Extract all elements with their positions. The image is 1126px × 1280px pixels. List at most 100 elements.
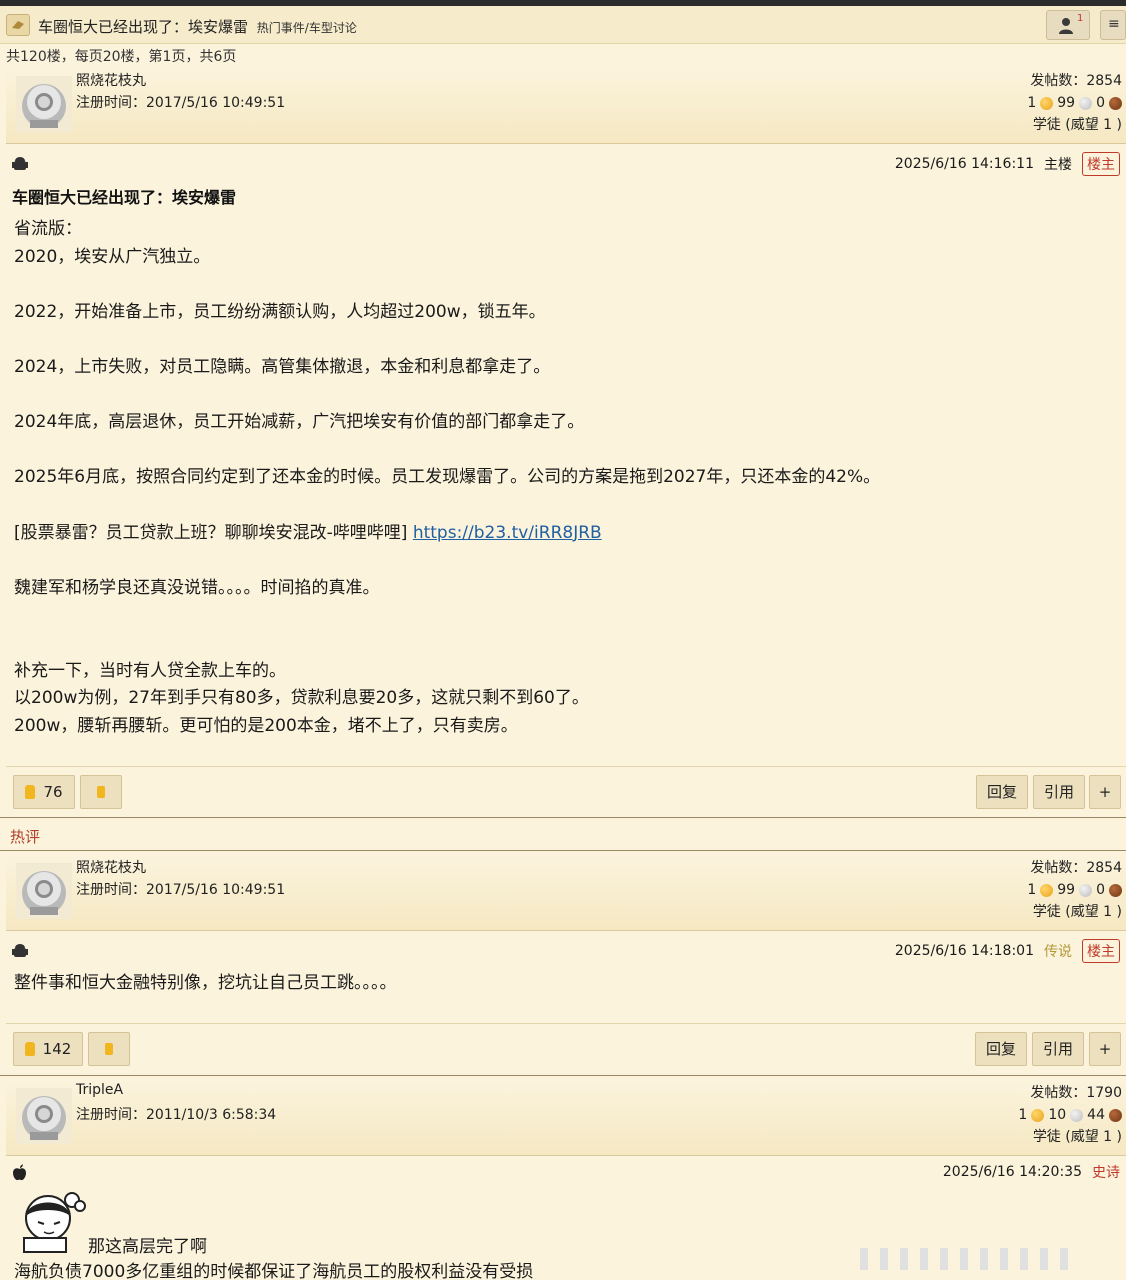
gold-coin-icon [1040, 96, 1054, 110]
like-count: 76 [43, 783, 63, 801]
silver-coin-icon [1070, 1108, 1084, 1122]
thumbs-down-icon [105, 1043, 113, 1055]
post-body: 省流版： 2020，埃安从广汽独立。 2022，开始准备上市，员工纷纷满额认购，… [14, 216, 880, 740]
post-actions: 76 回复 引用 + [6, 766, 1126, 809]
bronze-count: 0 [1096, 882, 1105, 898]
title-bar: 车圈恒大已经出现了：埃安爆雷 热门事件/车型讨论 1 ≡ [0, 6, 1126, 44]
bronze-coin-icon [1109, 883, 1122, 897]
like-button[interactable]: 142 [13, 1032, 83, 1066]
android-icon [12, 157, 28, 170]
avatar[interactable] [16, 863, 72, 919]
link-caption: [股票暴雷？员工贷款上班？聊聊埃安混改-哔哩哔哩] [14, 522, 413, 543]
body-line: 2024年底，高层退休，员工开始减薪，广汽把埃安有价值的部门都拿走了。 [14, 412, 585, 433]
video-link[interactable]: https://b23.tv/iRR8JRB [413, 523, 602, 543]
anime-sticker-image [23, 1192, 86, 1253]
body-line: 整件事和恒大金融特别像，挖坑让自己员工跳。。。。 [14, 973, 397, 993]
dislike-button[interactable] [80, 775, 122, 809]
post-title: 车圈恒大已经出现了：埃安爆雷 [12, 188, 237, 207]
section-divider [0, 817, 1126, 818]
gold-count: 1 [1027, 882, 1037, 898]
silver-coin-icon [1079, 883, 1093, 897]
user-icon [1059, 18, 1073, 34]
quote-button[interactable]: 引用 [1033, 775, 1085, 809]
more-button[interactable]: + [1089, 1032, 1121, 1066]
gold-coin-icon [1040, 883, 1054, 897]
register-time: 注册时间：2017/5/16 10:49:51 [76, 95, 286, 111]
body-line: 补充一下，当时有人贷全款上车的。 [14, 660, 286, 681]
reply-button[interactable]: 回复 [975, 1032, 1027, 1066]
body-line [14, 382, 880, 410]
pagination-info: 共120楼，每页20楼，第1页，共6页 [6, 49, 237, 65]
bronze-count: 0 [1096, 95, 1105, 111]
body-line: 以200w为例，27年到手只有80多，贷款利息要20多，这就只剩不到60了。 [14, 688, 589, 709]
body-line [14, 492, 880, 520]
body-line: 2020，埃安从广汽独立。 [14, 246, 211, 267]
register-time: 注册时间：2017/5/16 10:49:51 [76, 882, 286, 898]
notification-badge: 1 [1077, 13, 1084, 24]
thread-title: 车圈恒大已经出现了：埃安爆雷 热门事件/车型讨论 [38, 16, 357, 37]
bronze-coin-icon [1109, 96, 1122, 110]
post-meta: 2025/6/16 14:16:11 主楼 楼主 [6, 150, 1126, 178]
user-stats: 发帖数：1790 1 10 44 学徒 (威望 1 ) [1018, 1082, 1122, 1148]
username[interactable]: 照烧花枝丸 [76, 70, 146, 90]
thumbs-up-icon [24, 1042, 35, 1056]
quote-button[interactable]: 引用 [1032, 1032, 1084, 1066]
op-tag: 楼主 [1082, 939, 1120, 963]
body-line: 省流版： [14, 219, 82, 239]
app-logo-icon[interactable] [6, 14, 30, 36]
section-divider [0, 850, 1126, 851]
username[interactable]: TripleA [76, 1082, 123, 1098]
thumbs-up-icon [25, 785, 36, 799]
floor-label[interactable]: 主楼 [1044, 154, 1072, 174]
thread-category[interactable]: 热门事件/车型讨论 [257, 21, 357, 35]
user-menu-button[interactable]: 1 [1046, 10, 1090, 40]
bronze-coin-icon [1109, 1108, 1122, 1122]
user-rank: 学徒 (威望 1 ) [1032, 1129, 1122, 1145]
body-line [14, 602, 880, 630]
post-time: 2025/6/16 14:18:01 [894, 943, 1034, 959]
body-line [14, 437, 880, 465]
body-line: 2024，上市失败，对员工隐瞒。高管集体撤退，本金和利息都拿走了。 [14, 356, 551, 377]
post-time: 2025/6/16 14:20:35 [942, 1164, 1082, 1180]
silver-count: 10 [1048, 1107, 1067, 1123]
user-rank: 学徒 (威望 1 ) [1032, 904, 1122, 920]
gold-count: 1 [1027, 95, 1037, 111]
body-line [14, 547, 880, 575]
post-meta: 2025/6/16 14:20:35 史诗 [6, 1160, 1126, 1188]
rank-label: 史诗 [1092, 1165, 1120, 1181]
silver-coin-icon [1079, 96, 1093, 110]
bronze-count: 44 [1087, 1107, 1105, 1123]
avatar[interactable] [16, 1088, 72, 1144]
body-line: 2025年6月底，按照合同约定到了还本金的时候。员工发现爆雷了。公司的方案是拖到… [14, 467, 881, 488]
user-stats: 发帖数：2854 1 99 0 学徒 (威望 1 ) [1027, 70, 1122, 136]
body-line: 200w，腰斩再腰斩。更可怕的是200本金，堵不上了，只有卖房。 [14, 715, 518, 736]
body-line-with-link: [股票暴雷？员工贷款上班？聊聊埃安混改-哔哩哔哩] https://b23.tv… [14, 520, 880, 548]
main-menu-button[interactable]: ≡ [1100, 10, 1126, 40]
body-line [14, 630, 880, 658]
gold-coin-icon [1031, 1108, 1045, 1122]
reply-text: 海航负债7000多亿重组的时候都保证了海航员工的股权利益没有受损 [14, 1262, 534, 1280]
post-count: 发帖数：2854 [1030, 860, 1122, 876]
dislike-button[interactable] [88, 1032, 130, 1066]
more-button[interactable]: + [1089, 775, 1121, 809]
reply-button[interactable]: 回复 [976, 775, 1028, 809]
coin-row: 1 99 0 [1027, 92, 1122, 114]
username[interactable]: 照烧花枝丸 [76, 857, 146, 877]
post-body: 整件事和恒大金融特别像，挖坑让自己员工跳。。。。 [14, 970, 397, 998]
silver-count: 99 [1057, 95, 1076, 111]
user-stats: 发帖数：2854 1 99 0 学徒 (威望 1 ) [1027, 857, 1122, 923]
post-actions: 142 回复 引用 + [6, 1023, 1126, 1066]
loading-indicator [860, 1248, 1068, 1270]
op-tag: 楼主 [1082, 152, 1120, 176]
user-header: TripleA 注册时间：2011/10/3 6:58:34 发帖数：1790 … [6, 1080, 1126, 1156]
apple-icon [13, 1164, 26, 1181]
body-line: 魏建军和杨学良还真没说错。。。。时间掐的真准。 [14, 577, 380, 598]
like-count: 142 [42, 1040, 72, 1058]
post-time: 2025/6/16 14:16:11 [894, 156, 1034, 172]
user-header: 照烧花枝丸 注册时间：2017/5/16 10:49:51 发帖数：2854 1… [6, 68, 1126, 144]
like-button[interactable]: 76 [13, 775, 75, 809]
coin-row: 1 99 0 [1027, 879, 1122, 901]
avatar[interactable] [16, 76, 72, 132]
user-rank: 学徒 (威望 1 ) [1032, 117, 1122, 133]
thumbs-down-icon [97, 786, 105, 798]
